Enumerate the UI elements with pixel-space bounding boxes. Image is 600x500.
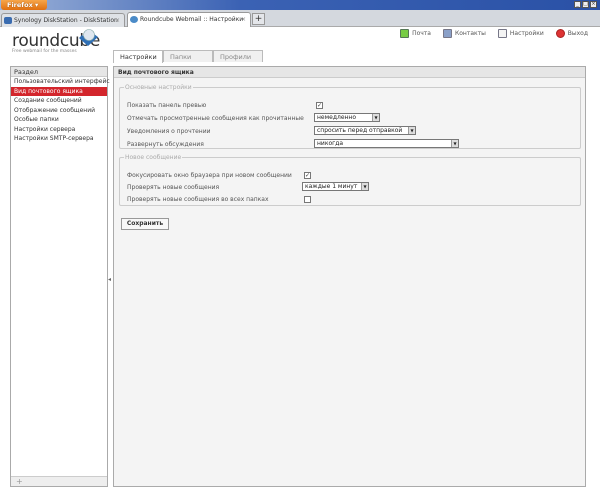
chevron-down-icon: ▼ (372, 114, 379, 121)
browser-titlebar (0, 0, 600, 10)
mark-read-select[interactable]: немедленно ▼ (314, 113, 380, 122)
contacts-icon (442, 29, 452, 38)
new-message-group: Новое сообщение Фокусировать окно браузе… (119, 154, 581, 206)
top-navigation: Почта Контакты Настройки Выход (400, 29, 588, 38)
check-interval-label: Проверять новые сообщения (127, 184, 220, 191)
chevron-down-icon: ▼ (451, 140, 458, 147)
tab-settings[interactable]: Настройки (113, 50, 163, 63)
close-tab-icon[interactable]: × (241, 13, 246, 26)
section-item-compose[interactable]: Создание сообщений (11, 96, 107, 106)
diskstation-icon (4, 17, 12, 24)
nav-settings[interactable]: Настройки (497, 29, 544, 38)
chevron-down-icon: ▼ (361, 183, 368, 190)
nav-mail[interactable]: Почта (400, 29, 431, 38)
receipts-label: Уведомления о прочтении (127, 128, 211, 135)
settings-panel: Вид почтового ящика Основные настройки П… (113, 66, 586, 487)
nav-contacts[interactable]: Контакты (442, 29, 486, 38)
check-all-label: Проверять новые сообщения во всех папках (127, 196, 269, 203)
browser-tab-roundcube[interactable]: Roundcube Webmail :: Настройки × (127, 12, 251, 27)
close-button[interactable]: × (590, 1, 597, 8)
window-controls: _ □ × (574, 1, 597, 8)
section-item-smtp[interactable]: Настройки SMTP-сервера (11, 134, 107, 144)
settings-icon (497, 29, 507, 38)
threads-select[interactable]: никогда ▼ (314, 139, 459, 148)
firefox-menu-button[interactable]: Firefox ▾ (1, 0, 47, 10)
preview-label: Показать панель превью (127, 102, 207, 109)
focus-label: Фокусировать окно браузера при новом соо… (127, 172, 292, 179)
panel-title: Вид почтового ящика (114, 67, 585, 78)
group-legend: Новое сообщение (125, 154, 182, 161)
section-item-ui[interactable]: Пользовательский интерфейс (11, 77, 110, 87)
splitter-handle[interactable]: ◂ (108, 276, 111, 283)
mark-read-label: Отмечать просмотренные сообщения как про… (127, 115, 304, 122)
minimize-button[interactable]: _ (574, 1, 581, 8)
new-tab-button[interactable]: + (252, 13, 265, 25)
preview-checkbox[interactable]: ✓ (316, 102, 323, 109)
tab-folders[interactable]: Папки (163, 50, 213, 62)
maximize-button[interactable]: □ (582, 1, 589, 8)
main-options-group: Основные настройки Показать панель превь… (119, 84, 581, 149)
receipts-select[interactable]: спросить перед отправкой ▼ (314, 126, 416, 135)
check-all-checkbox[interactable] (304, 196, 311, 203)
sections-panel: Раздел Пользовательский интерфейс Вид по… (10, 66, 110, 487)
threads-label: Развернуть обсуждения (127, 141, 204, 148)
check-interval-select[interactable]: каждые 1 минут ▼ (302, 182, 369, 191)
group-legend: Основные настройки (125, 84, 192, 91)
browser-tab-diskstation[interactable]: Synology DiskStation - DiskStation × (1, 13, 125, 27)
mail-icon (400, 29, 410, 38)
chevron-down-icon: ▼ (408, 127, 415, 134)
roundcube-favicon (130, 16, 138, 23)
section-item-special-folders[interactable]: Особые папки (11, 115, 107, 125)
tab-identities[interactable]: Профили (213, 50, 263, 62)
section-item-display[interactable]: Отображение сообщений (11, 106, 107, 116)
roundcube-logo-icon (79, 29, 98, 46)
logout-icon (555, 29, 565, 38)
section-item-server[interactable]: Настройки сервера (11, 125, 107, 135)
nav-logout[interactable]: Выход (555, 29, 588, 38)
add-button[interactable]: + (11, 476, 107, 486)
section-item-mailbox-view[interactable]: Вид почтового ящика (11, 86, 107, 96)
sections-header: Раздел (11, 67, 107, 77)
close-tab-icon[interactable]: × (115, 14, 120, 27)
firefox-menu-label: Firefox (7, 1, 33, 9)
focus-checkbox[interactable]: ✓ (304, 172, 311, 179)
save-button[interactable]: Сохранить (121, 218, 169, 230)
